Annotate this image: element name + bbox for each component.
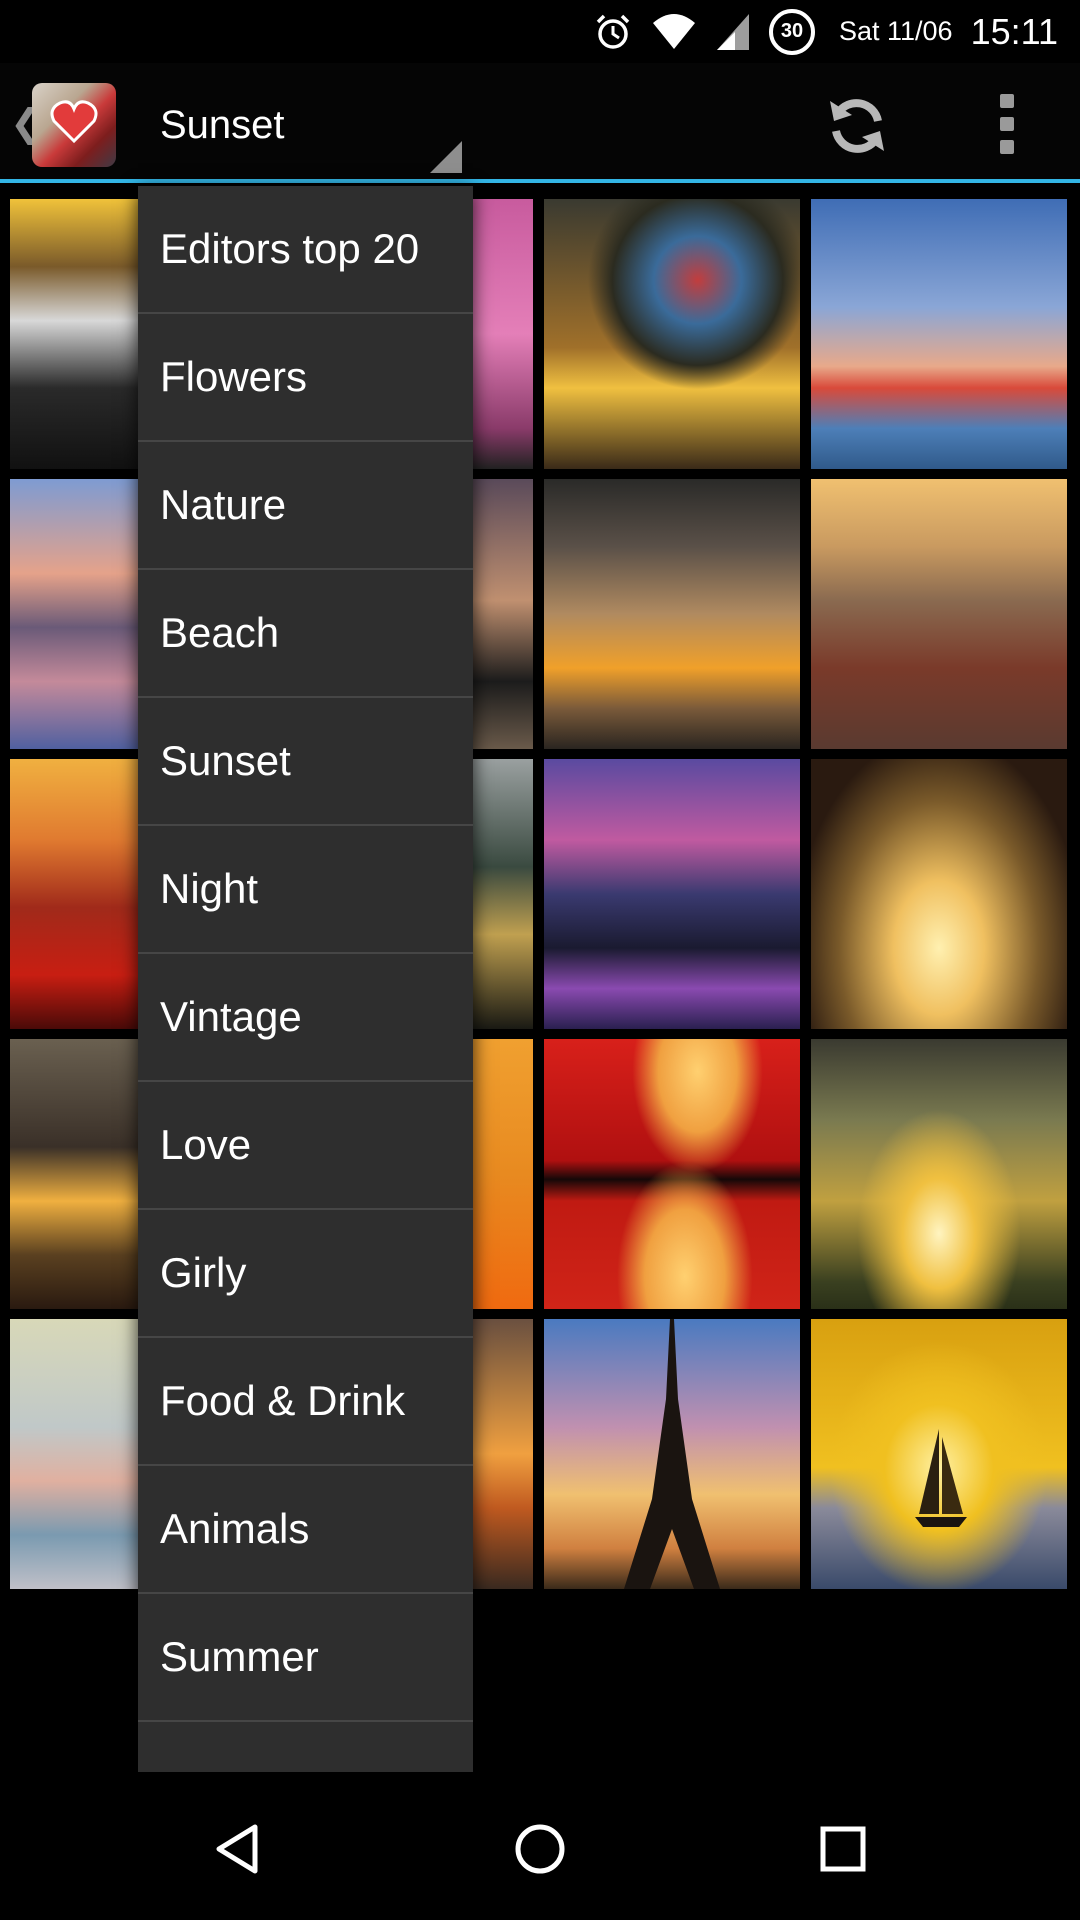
category-dropdown: Editors top 20 Flowers Nature Beach Suns…: [138, 186, 473, 1772]
notification-badge: 30: [768, 8, 815, 55]
grid-tile-bridge-sunset[interactable]: [544, 479, 800, 749]
dropdown-item-food-drink[interactable]: Food & Drink: [138, 1338, 473, 1466]
dropdown-item-flowers[interactable]: Flowers: [138, 314, 473, 442]
grid-tile-tree-silhouette[interactable]: [811, 759, 1067, 1029]
grid-tile-eiffel-tower[interactable]: [544, 1319, 800, 1589]
dropdown-item-girly[interactable]: Girly: [138, 1210, 473, 1338]
dropdown-item-partial[interactable]: [138, 1722, 473, 1772]
dropdown-item-nature[interactable]: Nature: [138, 442, 473, 570]
grid-tile-night-city[interactable]: [544, 759, 800, 1029]
grid-tile-balloon-sunset[interactable]: [544, 199, 800, 469]
status-bar: 30 Sat 11/06 15:11: [0, 0, 1080, 63]
dropdown-item-animals[interactable]: Animals: [138, 1466, 473, 1594]
overflow-menu-icon[interactable]: [985, 88, 1029, 160]
heart-icon: [50, 100, 98, 143]
grid-tile-city-aerial[interactable]: [811, 479, 1067, 749]
dropdown-item-love[interactable]: Love: [138, 1082, 473, 1210]
eiffel-tower-silhouette: [624, 1319, 720, 1589]
signal-icon: [715, 12, 751, 52]
app-logo[interactable]: [32, 83, 116, 167]
back-icon[interactable]: [202, 1814, 272, 1884]
dropdown-item-vintage[interactable]: Vintage: [138, 954, 473, 1082]
home-icon[interactable]: [505, 1814, 575, 1884]
dropdown-item-summer[interactable]: Summer: [138, 1594, 473, 1722]
dropdown-item-beach[interactable]: Beach: [138, 570, 473, 698]
dropdown-item-night[interactable]: Night: [138, 826, 473, 954]
status-date: Sat 11/06: [838, 16, 953, 46]
action-bar: ❮ Sunset: [0, 63, 1080, 183]
status-time: 15:11: [970, 10, 1058, 52]
spinner-indicator-icon: [430, 141, 462, 173]
alarm-icon: [593, 12, 633, 52]
wifi-icon: [651, 13, 697, 51]
grid-tile-palm-sunset[interactable]: [811, 199, 1067, 469]
recents-icon[interactable]: [808, 1814, 878, 1884]
dropdown-item-sunset[interactable]: Sunset: [138, 698, 473, 826]
dropdown-item-editors-top-20[interactable]: Editors top 20: [138, 186, 473, 314]
grid-tile-red-sun[interactable]: [544, 1039, 800, 1309]
grid-tile-field-sunset[interactable]: [811, 1039, 1067, 1309]
sailboat-silhouette: [915, 1429, 967, 1527]
refresh-icon[interactable]: [822, 91, 892, 161]
spinner-label: Sunset: [160, 103, 285, 147]
category-spinner[interactable]: Sunset: [140, 63, 470, 181]
navigation-bar: [0, 1776, 1080, 1920]
grid-tile-sailboat-sunset[interactable]: [811, 1319, 1067, 1589]
